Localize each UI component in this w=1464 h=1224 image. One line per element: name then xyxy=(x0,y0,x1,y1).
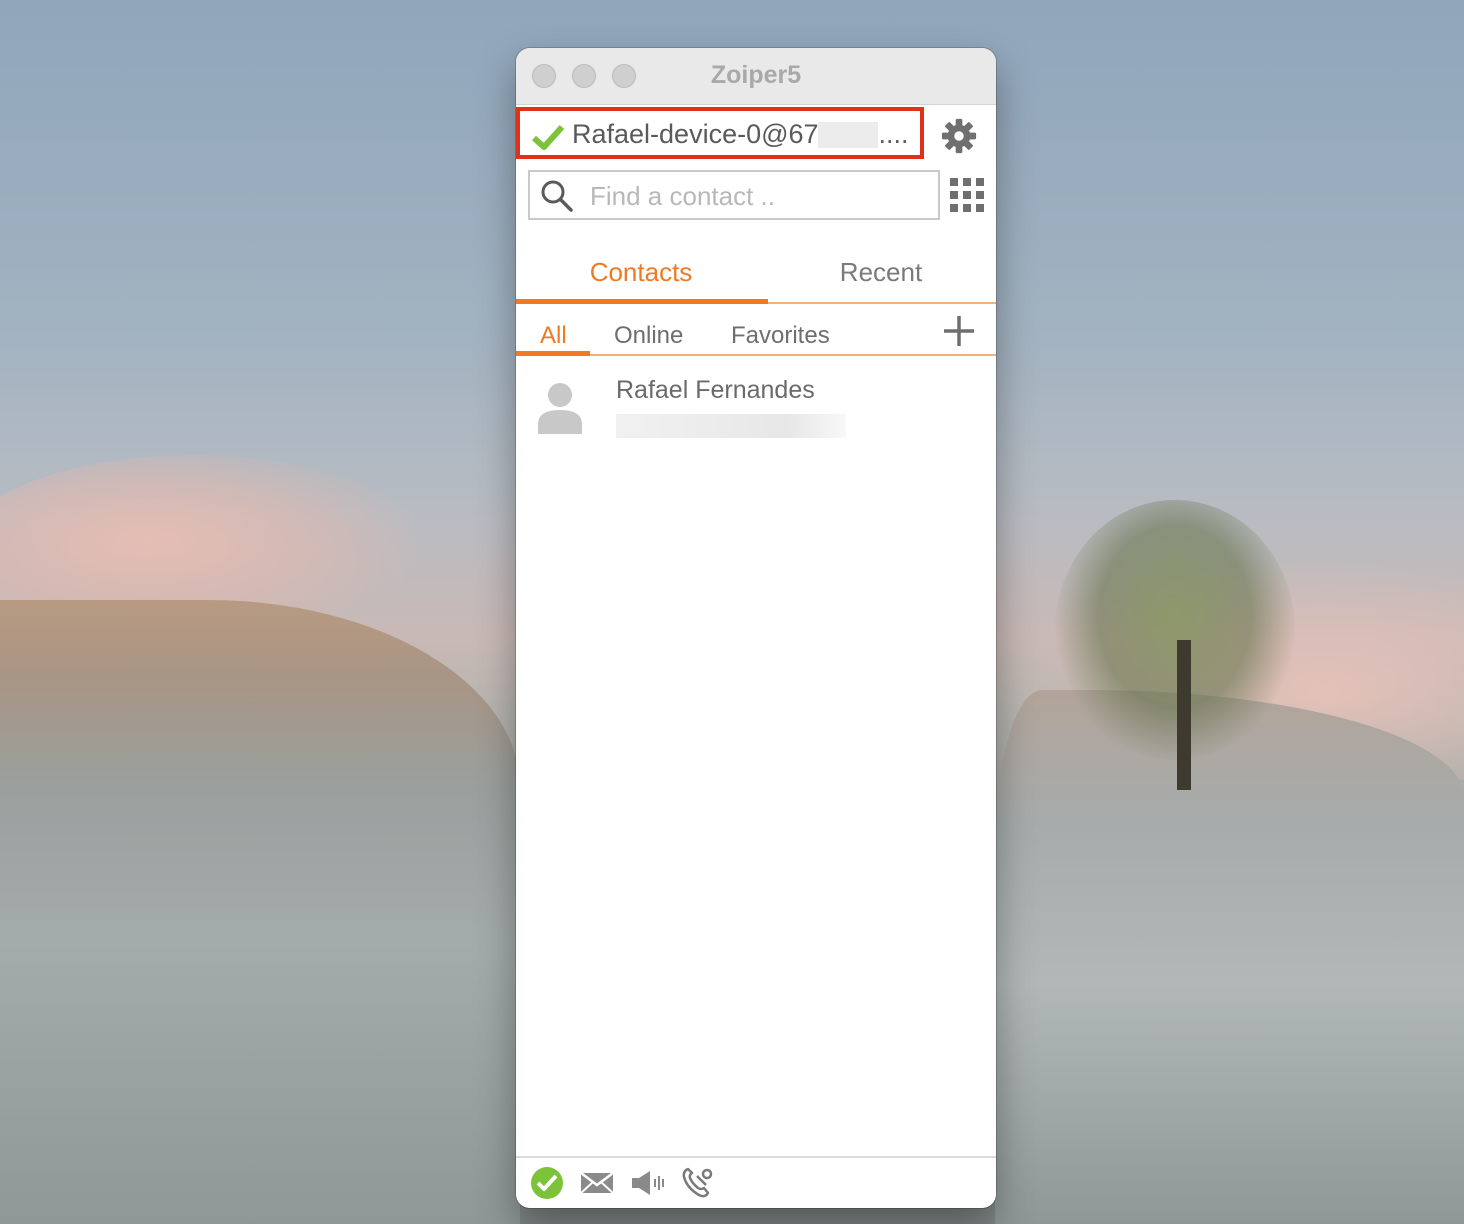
filter-all[interactable]: All xyxy=(540,318,567,354)
wallpaper-rocks-right xyxy=(995,690,1464,1224)
contact-list-item[interactable]: Rafael Fernandes xyxy=(516,366,996,446)
tab-contacts[interactable]: Contacts xyxy=(521,252,761,302)
filter-online[interactable]: Online xyxy=(614,318,683,354)
status-online-icon[interactable] xyxy=(530,1166,564,1200)
dialpad-icon[interactable] xyxy=(950,178,984,212)
redacted-contact-number xyxy=(616,414,846,438)
redacted-address xyxy=(818,122,878,148)
search-box[interactable] xyxy=(528,170,940,220)
tab-recent[interactable]: Recent xyxy=(761,252,996,302)
tab-active-indicator xyxy=(516,299,768,304)
mail-icon[interactable] xyxy=(580,1172,614,1194)
zoiper-window: Zoiper5 Rafael-device-0@67.... Find a co… xyxy=(516,48,996,1208)
wallpaper-tree xyxy=(1055,500,1295,760)
phone-settings-icon[interactable] xyxy=(680,1166,714,1200)
avatar-icon xyxy=(538,383,582,434)
speaker-icon[interactable] xyxy=(630,1168,666,1198)
contact-name: Rafael Fernandes xyxy=(616,376,815,404)
gear-icon[interactable] xyxy=(940,117,978,155)
filter-favorites[interactable]: Favorites xyxy=(731,318,830,354)
wallpaper-tree-trunk xyxy=(1177,640,1191,790)
account-selector[interactable]: Rafael-device-0@67.... xyxy=(516,107,924,159)
window-title: Zoiper5 xyxy=(710,61,802,89)
status-bar xyxy=(516,1156,996,1208)
add-contact-icon[interactable] xyxy=(942,314,976,348)
check-icon xyxy=(532,124,564,150)
title-bar[interactable]: Zoiper5 xyxy=(516,48,996,105)
filter-active-indicator xyxy=(516,351,590,356)
wallpaper-rocks-left xyxy=(0,600,520,1224)
search-icon xyxy=(541,180,573,212)
search-input[interactable] xyxy=(588,172,932,220)
